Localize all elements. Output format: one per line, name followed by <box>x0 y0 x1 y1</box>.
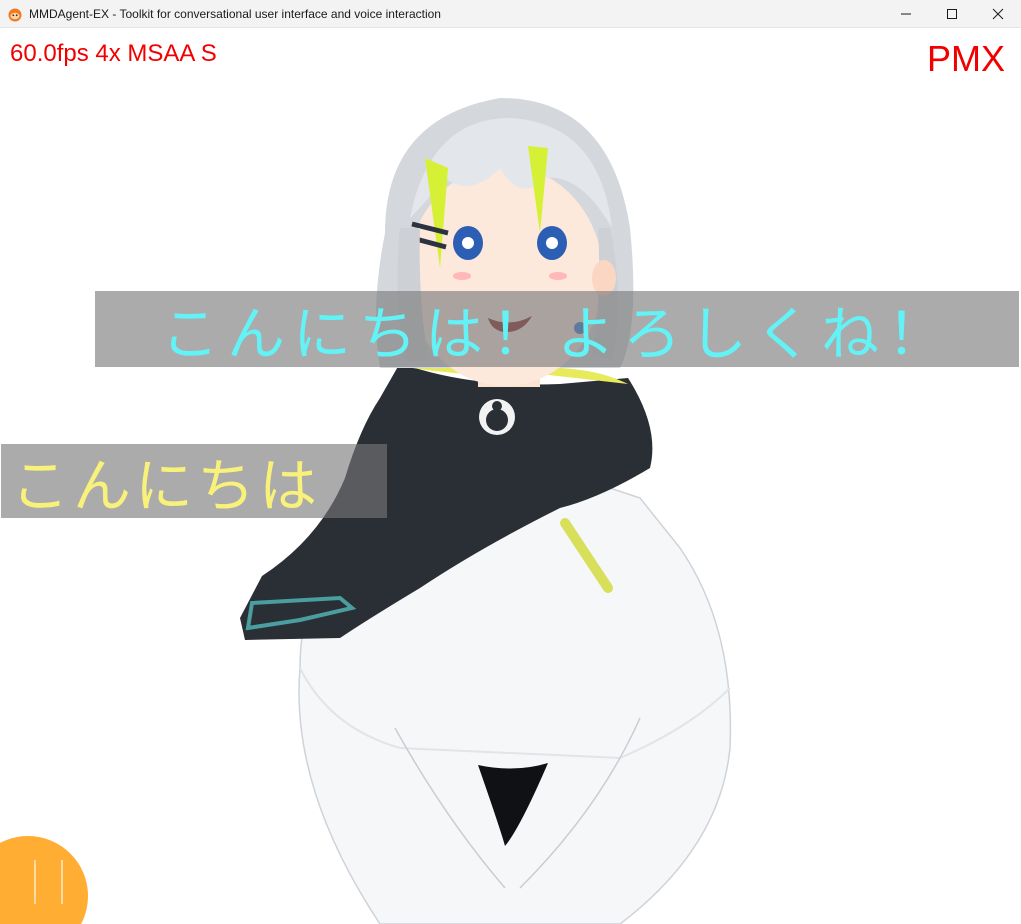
render-viewport[interactable]: 60.0fps 4x MSAA S PMX こんにちは！よろしくね！ こんにちは <box>0 28 1021 924</box>
user-caption-text: こんにちは <box>11 452 322 520</box>
maximize-button[interactable] <box>929 0 975 27</box>
mmdagent-app-icon <box>8 8 22 21</box>
window-title: MMDAgent-EX - Toolkit for conversational… <box>29 6 441 21</box>
mic-level-bar-left <box>34 860 36 904</box>
user-speech-caption: こんにちは <box>1 444 387 520</box>
minimize-icon <box>901 13 911 14</box>
close-icon <box>992 8 1004 19</box>
close-button[interactable] <box>975 0 1021 27</box>
agent-caption-text: こんにちは！よろしくね！ <box>160 300 953 368</box>
mic-level-bar-right <box>61 860 63 904</box>
fps-status-label: 60.0fps 4x MSAA S <box>10 40 217 67</box>
window-titlebar[interactable]: MMDAgent-EX - Toolkit for conversational… <box>0 0 1021 28</box>
maximize-icon <box>947 8 957 19</box>
window-controls <box>883 0 1021 27</box>
minimize-button[interactable] <box>883 0 929 27</box>
model-type-label: PMX <box>926 38 1005 79</box>
agent-speech-caption: こんにちは！よろしくね！ <box>95 291 1019 368</box>
